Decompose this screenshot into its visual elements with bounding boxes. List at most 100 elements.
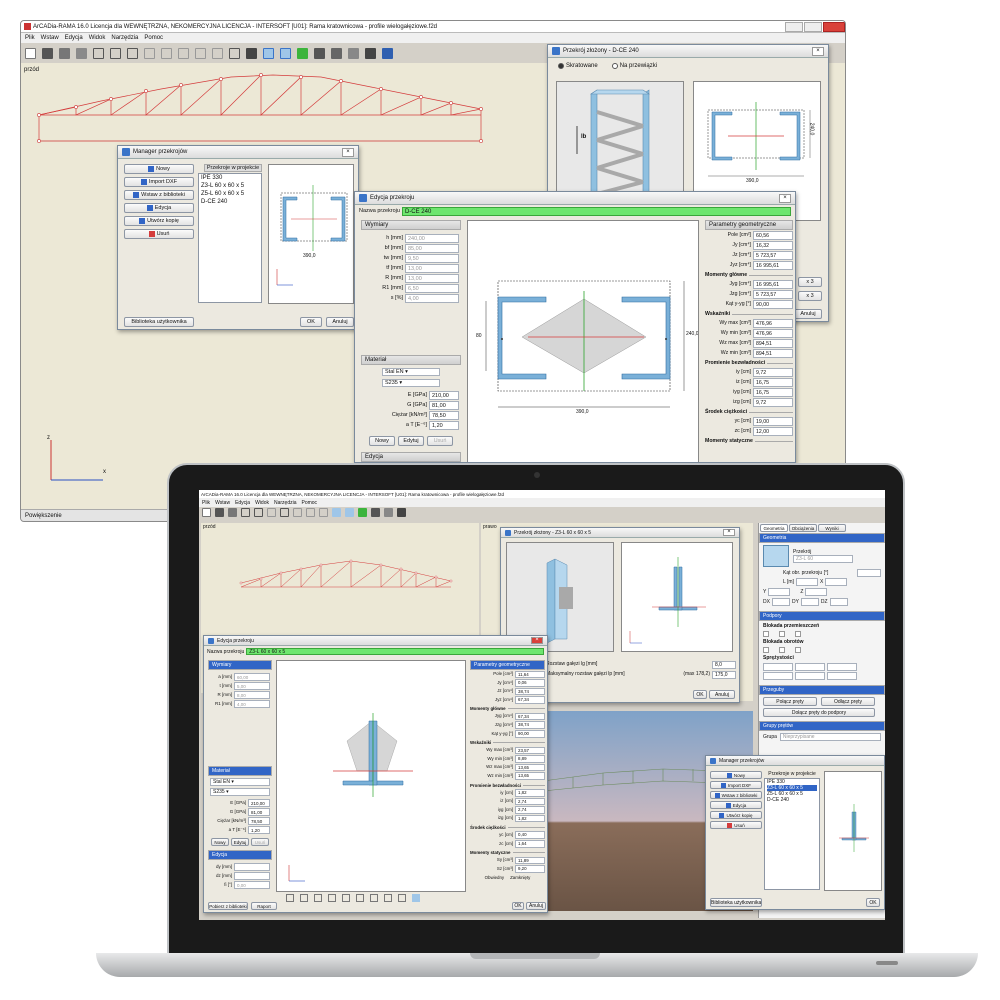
field-input[interactable]: 210,00 <box>248 798 270 807</box>
view1-icon[interactable] <box>263 48 274 59</box>
menu-item[interactable]: Widok <box>89 35 106 41</box>
laptop-edit-canvas[interactable] <box>276 660 466 892</box>
props-dz-input[interactable] <box>829 598 848 606</box>
list-item[interactable]: D-CE 240 <box>201 198 259 206</box>
menu-item[interactable]: Narzędzia <box>111 35 138 41</box>
manager-button[interactable]: Utwórz kopię <box>124 216 194 226</box>
laptop-manager-button[interactable]: Utwórz kopię <box>710 811 762 819</box>
tool-10-icon[interactable] <box>412 894 420 902</box>
side-button-1[interactable]: x 3 <box>798 277 822 287</box>
field-input[interactable]: 81,00 <box>248 807 270 816</box>
close-icon[interactable]: × <box>812 46 824 56</box>
node-icon[interactable] <box>267 508 276 517</box>
column-icon[interactable] <box>254 508 263 517</box>
checkbox-rz[interactable] <box>795 647 801 653</box>
manager-ok-button[interactable]: OK <box>300 317 322 327</box>
menu-item[interactable]: Widok <box>255 500 269 506</box>
checkbox-x[interactable] <box>763 631 769 637</box>
maximize-icon[interactable] <box>804 21 822 32</box>
undo-icon[interactable] <box>195 48 206 59</box>
new-icon[interactable] <box>202 508 211 517</box>
field-input[interactable]: 210,00 <box>429 390 459 400</box>
field-input[interactable]: 9,50 <box>405 253 459 263</box>
truss-icon[interactable] <box>280 508 289 517</box>
checkbox-rx[interactable] <box>763 647 769 653</box>
material-type-select[interactable]: Stal EN ▾ <box>382 368 440 376</box>
checkbox-ry[interactable] <box>779 647 785 653</box>
laptop-bottom-button[interactable]: Raport <box>251 902 277 910</box>
open-icon[interactable] <box>42 48 53 59</box>
checkbox-z[interactable] <box>795 631 801 637</box>
field-input[interactable]: 0,00 <box>234 880 270 889</box>
laptop-manager-button[interactable]: Nowy <box>710 771 762 779</box>
save-icon[interactable] <box>59 48 70 59</box>
close-icon[interactable]: × <box>531 637 543 644</box>
tool-1-icon[interactable] <box>286 894 294 902</box>
tool-9-icon[interactable] <box>398 894 406 902</box>
delete-icon[interactable] <box>293 508 302 517</box>
field-input[interactable] <box>234 871 270 880</box>
tool-2-icon[interactable] <box>300 894 308 902</box>
field-input[interactable]: 4,00 <box>405 293 459 303</box>
frame-icon[interactable] <box>241 508 250 517</box>
props-section-input[interactable]: Z3-L 60 <box>793 555 853 563</box>
props-y-input[interactable] <box>768 588 791 596</box>
manager-button[interactable]: Wstaw z biblioteki <box>124 190 194 200</box>
new-icon[interactable] <box>25 48 36 59</box>
laptop-material-button[interactable]: Usuń <box>251 838 269 846</box>
props-tab[interactable]: Wyniki <box>818 524 846 532</box>
truss-icon[interactable] <box>229 48 240 59</box>
field-input[interactable]: 13,00 <box>405 273 459 283</box>
max-spacing-input[interactable]: 175,0 <box>712 670 736 679</box>
window-controls[interactable] <box>785 21 845 32</box>
spacing-input[interactable]: 8,0 <box>712 660 736 669</box>
material-grade-select[interactable]: S235 ▾ <box>382 379 440 387</box>
menu-item[interactable]: Plik <box>25 35 35 41</box>
list-item[interactable]: D-CE 240 <box>767 797 817 803</box>
laptop-manager-list[interactable]: IPE 330 Z3-L 60 x 60 x 5 Z5-L 60 x 60 x 5D… <box>764 778 820 890</box>
tool-3-icon[interactable] <box>314 894 322 902</box>
save-icon[interactable] <box>228 508 237 517</box>
undo-icon[interactable] <box>306 508 315 517</box>
cut-icon[interactable] <box>144 48 155 59</box>
close-icon[interactable]: × <box>342 147 354 157</box>
section-icon[interactable] <box>371 508 380 517</box>
menu-item[interactable]: Pomoc <box>302 500 318 506</box>
field-input[interactable]: 6,50 <box>405 283 459 293</box>
attach-support-button[interactable]: Dołącz pręty do podpory <box>763 708 875 717</box>
laptop-manager-button[interactable]: Usuń <box>710 821 762 829</box>
field-input[interactable]: 5,00 <box>234 681 270 690</box>
tool-icon[interactable] <box>397 508 406 517</box>
spring-input-2[interactable] <box>795 663 825 671</box>
spring-input-5[interactable] <box>795 672 825 680</box>
tool-icon[interactable] <box>365 48 376 59</box>
list-item[interactable]: Z3-L 60 x 60 x 5 <box>201 182 259 190</box>
redo-icon[interactable] <box>212 48 223 59</box>
laptop-manager-button[interactable]: Wstaw z biblioteki <box>710 791 762 799</box>
laptop-manager-ok[interactable]: OK <box>866 898 880 907</box>
close-icon[interactable]: × <box>779 193 791 203</box>
tool-7-icon[interactable] <box>370 894 378 902</box>
field-input[interactable]: 60,00 <box>234 672 270 681</box>
filter-icon[interactable] <box>246 48 257 59</box>
node-icon[interactable] <box>161 48 172 59</box>
laptop-composite-ok[interactable]: OK <box>693 690 707 699</box>
field-input[interactable]: 13,00 <box>405 263 459 273</box>
section-icon[interactable] <box>314 48 325 59</box>
view2-icon[interactable] <box>345 508 354 517</box>
view1-icon[interactable] <box>332 508 341 517</box>
grid-icon[interactable] <box>127 48 138 59</box>
field-input[interactable]: 78,50 <box>248 816 270 825</box>
menu-item[interactable]: Plik <box>202 500 210 506</box>
close-icon[interactable]: × <box>723 529 735 536</box>
menu-item[interactable]: Pomoc <box>144 35 163 41</box>
section-name-input[interactable]: D-CE 240 <box>401 207 791 216</box>
laptop-material-grade[interactable]: S235 ▾ <box>210 788 270 796</box>
field-input[interactable]: 81,00 <box>429 400 459 410</box>
props-x-input[interactable] <box>825 578 848 586</box>
laptop-section-name-input[interactable]: Z3-L 60 x 60 x 5 <box>246 648 544 655</box>
menu-item[interactable]: Narzędzia <box>274 500 297 506</box>
laptop-bottom-button[interactable]: Pobierz z biblioteki <box>208 902 248 910</box>
menu-item[interactable]: Wstaw <box>215 500 230 506</box>
spring-input-1[interactable] <box>763 663 793 671</box>
